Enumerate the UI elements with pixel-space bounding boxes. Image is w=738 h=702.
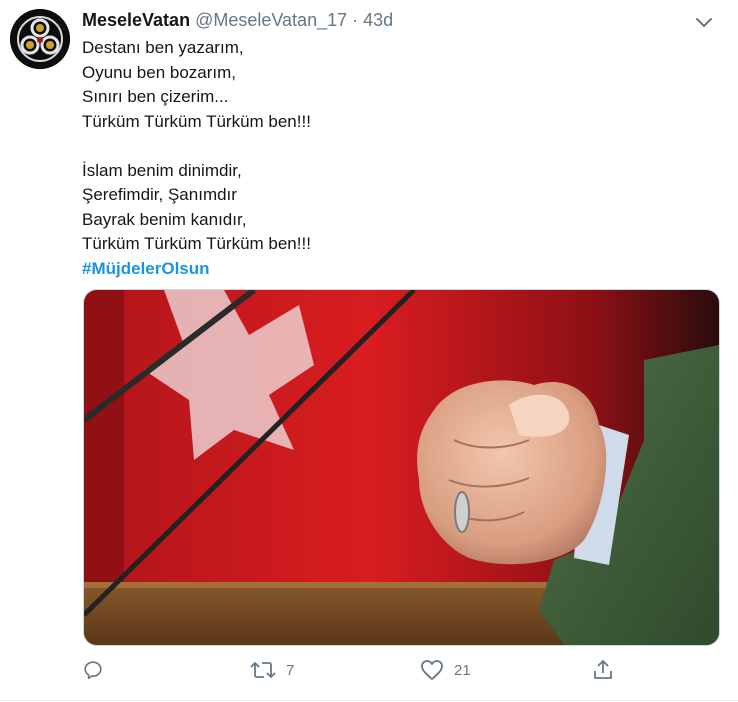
biohazard-logo-icon	[10, 9, 70, 69]
avatar[interactable]	[10, 9, 70, 69]
tweet-line: Türküm Türküm Türküm ben!!!	[82, 234, 311, 253]
tweet-line: Destanı ben yazarım,	[82, 38, 244, 57]
divider	[0, 700, 738, 701]
retweet-button[interactable]: 7	[250, 655, 294, 685]
like-button[interactable]: 21	[420, 655, 471, 685]
fist-flag-photo	[84, 290, 719, 645]
tweet-line: İslam benim dinimdir,	[82, 160, 242, 180]
tweet-header: MeseleVatan @MeseleVatan_17 · 43d	[82, 10, 718, 32]
reply-button[interactable]	[82, 655, 104, 685]
heart-icon	[421, 660, 443, 680]
tweet-line: Sınırı ben çizerim...	[82, 87, 229, 106]
tweet-line: Bayrak benim kanıdır,	[82, 209, 247, 229]
tweet-line: Türküm Türküm Türküm ben!!!	[82, 111, 311, 131]
tweet-photo[interactable]	[83, 289, 720, 646]
share-icon	[594, 659, 612, 679]
hashtag-link[interactable]: #MüjdelerOlsun	[82, 257, 702, 282]
user-handle[interactable]: @MeseleVatan_17	[195, 10, 347, 30]
tweet-line: Oyunu ben bozarım,	[82, 62, 237, 82]
tweet-text: Destanı ben yazarım, Oyunu ben bozarım, …	[82, 36, 702, 281]
separator-dot: ·	[352, 10, 359, 30]
reply-icon	[84, 661, 102, 680]
share-button[interactable]	[592, 655, 614, 685]
like-count: 21	[454, 661, 471, 679]
display-name[interactable]: MeseleVatan	[82, 10, 190, 30]
chevron-down-icon	[696, 18, 712, 27]
more-options-button[interactable]	[690, 10, 718, 34]
timestamp[interactable]: 43d	[363, 10, 393, 30]
retweet-icon	[250, 661, 276, 679]
retweet-count: 7	[286, 661, 295, 679]
tweet-line: Şerefimdir, Şanımdır	[82, 185, 237, 204]
tweet-actions: 7 21	[82, 655, 702, 685]
